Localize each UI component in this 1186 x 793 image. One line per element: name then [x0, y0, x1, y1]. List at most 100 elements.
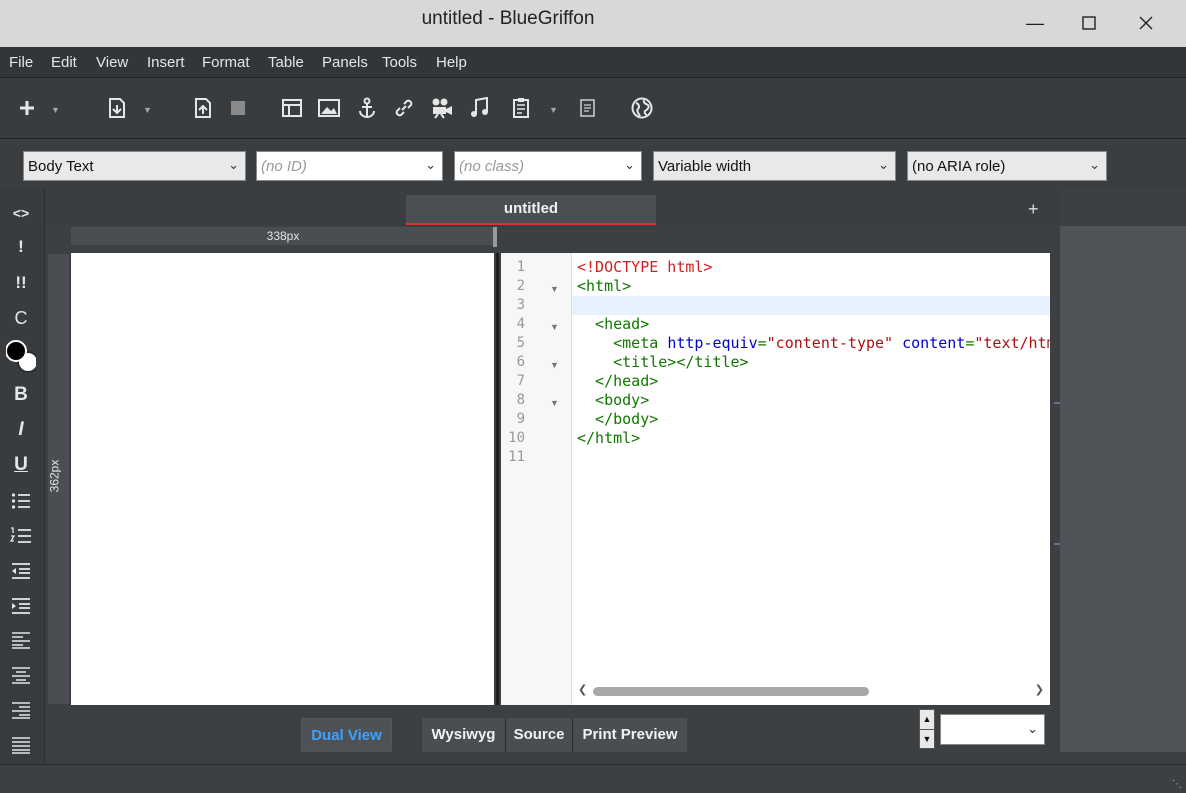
- id-select[interactable]: (no ID) ⌄: [256, 151, 443, 181]
- resize-grip-icon[interactable]: ⋱: [1172, 779, 1182, 790]
- zoom-spinner[interactable]: ▲ ▼: [919, 709, 935, 749]
- fold-arrow-icon[interactable]: ▼: [550, 284, 559, 294]
- code-line-9: </body>: [577, 410, 659, 428]
- important-button[interactable]: !: [6, 233, 36, 261]
- source-view-button[interactable]: Source: [506, 718, 573, 752]
- horizontal-scrollbar[interactable]: ❮ ❯: [572, 683, 1050, 699]
- chevron-down-icon: ⌄: [878, 157, 889, 172]
- align-center-button[interactable]: [6, 661, 36, 689]
- menu-edit[interactable]: Edit: [51, 54, 77, 71]
- menu-panels[interactable]: Panels: [322, 54, 368, 71]
- insert-table-button[interactable]: [279, 94, 305, 122]
- line-number: 5: [516, 335, 525, 351]
- tab-untitled[interactable]: untitled: [406, 195, 656, 225]
- bulleted-list-button[interactable]: [6, 487, 36, 515]
- scroll-right-icon[interactable]: ❯: [1035, 683, 1044, 696]
- image-icon: [318, 99, 340, 117]
- print-preview-button[interactable]: Print Preview: [573, 718, 687, 752]
- aria-role-select[interactable]: (no ARIA role) ⌄: [907, 151, 1107, 181]
- new-icon: [20, 101, 34, 115]
- menu-format[interactable]: Format: [202, 54, 250, 71]
- new-dropdown-arrow-icon[interactable]: ▼: [51, 105, 60, 115]
- insert-notes-button[interactable]: [575, 94, 601, 122]
- fold-arrow-icon[interactable]: ▼: [550, 360, 559, 370]
- menu-help[interactable]: Help: [436, 54, 467, 71]
- form-dropdown-arrow-icon[interactable]: ▼: [549, 105, 558, 115]
- link-icon: [395, 99, 413, 117]
- width-label: 338px: [266, 229, 300, 243]
- width-select[interactable]: Variable width ⌄: [653, 151, 896, 181]
- align-left-icon: [12, 632, 30, 649]
- audio-icon: [471, 97, 488, 117]
- insert-form-button[interactable]: [509, 94, 535, 122]
- code-line-4: <head>: [577, 315, 650, 333]
- align-left-button[interactable]: [6, 626, 36, 654]
- close-button[interactable]: [1123, 6, 1169, 40]
- menu-view[interactable]: View: [96, 54, 128, 71]
- height-label: 362px: [47, 459, 62, 493]
- line-number: 3: [516, 297, 525, 313]
- justify-button[interactable]: [6, 731, 36, 759]
- minimize-button[interactable]: —: [1012, 6, 1058, 40]
- new-button[interactable]: [14, 94, 40, 122]
- status-bar: ⋱: [0, 764, 1186, 793]
- code-line-6: <title></title>: [577, 353, 749, 371]
- fold-arrow-icon[interactable]: ▼: [550, 398, 559, 408]
- splitter-line: [496, 253, 499, 705]
- color-picker-button[interactable]: [6, 336, 36, 376]
- underline-button[interactable]: U: [6, 451, 36, 479]
- numbered-list-button[interactable]: [6, 522, 36, 550]
- menu-file[interactable]: File: [9, 54, 33, 71]
- line-number: 7: [516, 373, 525, 389]
- line-number: 10: [508, 430, 525, 446]
- chevron-down-icon: ⌄: [1027, 721, 1038, 736]
- insert-audio-button[interactable]: [466, 94, 492, 122]
- outdent-icon: [12, 563, 30, 579]
- align-right-button[interactable]: [6, 696, 36, 724]
- table-icon: [282, 99, 302, 117]
- menu-insert[interactable]: Insert: [147, 54, 185, 71]
- spin-up-icon[interactable]: ▲: [920, 710, 934, 730]
- insert-image-button[interactable]: [316, 94, 342, 122]
- scroll-left-icon[interactable]: ❮: [578, 683, 587, 696]
- ruler-handle[interactable]: [493, 227, 497, 247]
- scrollbar-thumb[interactable]: [593, 687, 869, 696]
- open-dropdown-arrow-icon[interactable]: ▼: [143, 105, 152, 115]
- bulleted-list-icon: [11, 493, 30, 509]
- insert-video-button[interactable]: [429, 94, 455, 122]
- menu-tools[interactable]: Tools: [382, 54, 417, 71]
- spin-down-icon[interactable]: ▼: [920, 730, 934, 749]
- zoom-select[interactable]: ⌄: [940, 714, 1045, 745]
- preview-browser-button[interactable]: [629, 94, 655, 122]
- stop-button[interactable]: [225, 94, 251, 122]
- close-icon: [1139, 16, 1153, 30]
- panel-edge-marker: [1054, 402, 1060, 404]
- wysiwyg-view-button[interactable]: Wysiwyg: [422, 718, 506, 752]
- indent-button[interactable]: [6, 592, 36, 620]
- aria-role-select-value: (no ARIA role): [912, 158, 1006, 175]
- very-important-button[interactable]: !!: [6, 269, 36, 297]
- line-number: 6: [516, 354, 525, 370]
- open-button[interactable]: [104, 94, 130, 122]
- insert-link-button[interactable]: [391, 94, 417, 122]
- maximize-button[interactable]: [1066, 6, 1112, 40]
- source-code-button[interactable]: <>: [6, 199, 36, 227]
- wysiwyg-editor[interactable]: [71, 253, 494, 705]
- code-line-5: <meta http-equiv="content-type" content=…: [577, 334, 1050, 352]
- paragraph-format-select[interactable]: Body Text ⌄: [23, 151, 246, 181]
- outdent-button[interactable]: [6, 557, 36, 585]
- fold-arrow-icon[interactable]: ▼: [550, 322, 559, 332]
- publish-button[interactable]: [190, 94, 216, 122]
- citation-button[interactable]: C: [6, 304, 36, 332]
- source-editor[interactable]: 1 2 3 4 5 6 7 8 9 10 11 ▼ ▼ ▼ ▼ <!DOCTYP…: [501, 253, 1050, 705]
- menu-table[interactable]: Table: [268, 54, 304, 71]
- pane-splitter[interactable]: [494, 253, 501, 705]
- class-select[interactable]: (no class) ⌄: [454, 151, 642, 181]
- bold-button[interactable]: B: [6, 381, 36, 409]
- italic-button[interactable]: I: [6, 416, 36, 444]
- active-line-highlight: [572, 296, 1050, 315]
- chevron-down-icon: ⌄: [624, 157, 635, 172]
- dual-view-button[interactable]: Dual View: [301, 718, 392, 752]
- add-tab-button[interactable]: +: [1028, 199, 1039, 220]
- insert-anchor-button[interactable]: [354, 94, 380, 122]
